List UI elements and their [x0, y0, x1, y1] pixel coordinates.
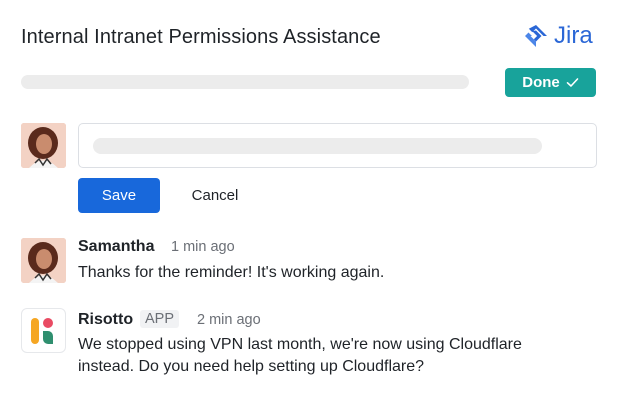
save-button[interactable]: Save — [78, 178, 160, 213]
current-user-avatar — [21, 123, 66, 168]
app-badge: APP — [140, 310, 180, 328]
cancel-button[interactable]: Cancel — [181, 178, 249, 213]
comment-text-line-2: instead. Do you need help setting up Clo… — [78, 358, 425, 375]
comment-author[interactable]: Samantha — [78, 238, 154, 256]
done-status-button[interactable]: Done — [505, 68, 596, 97]
summary-placeholder — [21, 75, 469, 89]
samantha-avatar — [21, 238, 66, 283]
done-label: Done — [522, 74, 560, 91]
risotto-app-avatar — [21, 308, 66, 353]
comment-text: Thanks for the reminder! It's working ag… — [78, 264, 385, 281]
brand-logo: Jira — [524, 22, 593, 50]
jira-logo-icon — [525, 25, 547, 47]
comment-text-line-1: We stopped using VPN last month, we're n… — [78, 336, 522, 353]
comment-input-placeholder — [93, 138, 542, 154]
check-icon — [566, 78, 579, 87]
comment-input[interactable] — [78, 123, 597, 168]
brand-name: Jira — [554, 22, 593, 49]
page-title: Internal Intranet Permissions Assistance — [21, 26, 381, 48]
comment-timestamp: 1 min ago — [171, 239, 235, 255]
comment-author[interactable]: Risotto — [78, 311, 133, 329]
comment-timestamp: 2 min ago — [197, 312, 261, 328]
